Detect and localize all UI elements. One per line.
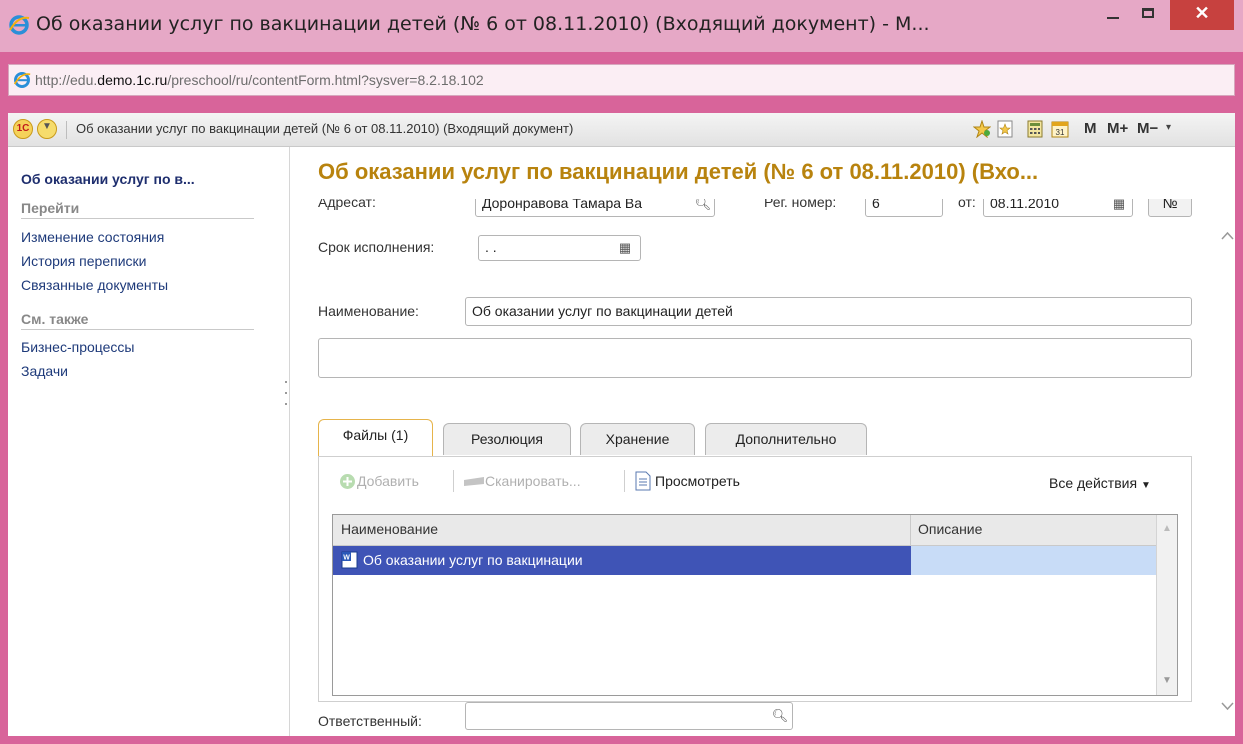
chevron-down-icon: ▼ <box>42 121 52 132</box>
date-calendar-icon[interactable]: ▦ <box>1108 199 1130 215</box>
sidebar-item-related-documents[interactable]: Связанные документы <box>21 277 168 293</box>
column-header-name[interactable]: Наименование <box>341 521 438 537</box>
sidebar-item-tasks[interactable]: Задачи <box>21 363 68 379</box>
files-table: Наименование Описание W Об оказании услу… <box>332 514 1178 696</box>
addressee-value: Доронравова Тамара Ва <box>482 199 643 211</box>
sidebar-item-correspondence-history[interactable]: История переписки <box>21 253 146 269</box>
due-date-value: . . <box>485 239 497 255</box>
ie-logo-icon <box>9 15 30 35</box>
url-prefix: http://edu. <box>35 72 98 88</box>
calendar-icon[interactable]: 31 <box>1051 120 1069 138</box>
file-name-cell: Об оказании услуг по вакцинации <box>363 552 583 568</box>
files-panel: Добавить Сканировать... Просмотреть Все … <box>318 456 1192 702</box>
add-button[interactable]: Добавить <box>357 473 419 489</box>
1c-logo-icon[interactable]: 1С <box>13 119 33 139</box>
app-toolbar: 1С ▼ Об оказании услуг по вакцинации дет… <box>8 113 1235 147</box>
close-button[interactable]: ✕ <box>1170 0 1234 30</box>
scan-button[interactable]: Сканировать... <box>485 473 581 489</box>
tab-additional[interactable]: Дополнительно <box>705 423 867 455</box>
tab-resolution[interactable]: Резолюция <box>443 423 571 455</box>
addressee-label: Адресат: <box>318 199 376 210</box>
maximize-icon <box>1142 8 1154 18</box>
window-titlebar: Об оказании услуг по вакцинации детей (№… <box>0 0 1243 52</box>
url-path: /preschool/ru/contentForm.html?sysver=8.… <box>167 72 484 88</box>
toolbar-document-title: Об оказании услуг по вакцинации детей (№… <box>76 121 574 136</box>
number-button-label: № <box>1162 199 1178 211</box>
memory-plus-button[interactable]: M+ <box>1107 120 1128 137</box>
document-form: Об оказании услуг по вакцинации детей (№… <box>290 147 1220 736</box>
description-field[interactable] <box>318 338 1192 378</box>
name-value: Об оказании услуг по вакцинации детей <box>472 303 733 319</box>
url-domain: demo.1c.ru <box>97 72 168 88</box>
date-from-label: от: <box>958 199 976 210</box>
memory-minus-button[interactable]: M− <box>1137 120 1158 137</box>
scroll-up-chevron-icon[interactable] <box>1221 231 1234 241</box>
form-title: Об оказании услуг по вакцинации детей (№… <box>318 159 1039 184</box>
number-button[interactable]: № <box>1148 199 1192 217</box>
scanner-icon <box>464 477 484 486</box>
sidebar-see-also-header: См. также <box>21 311 254 330</box>
date-from-value: 08.11.2010 <box>990 199 1060 211</box>
scroll-down-chevron-icon[interactable] <box>1221 701 1234 711</box>
add-favorite-icon[interactable] <box>973 120 991 138</box>
close-icon: ✕ <box>1194 3 1210 23</box>
minimize-button[interactable] <box>1098 0 1128 30</box>
all-actions-menu[interactable]: Все действия ▼ <box>1049 475 1151 491</box>
view-button[interactable]: Просмотреть <box>655 473 740 489</box>
table-row[interactable]: W Об оказании услуг по вакцинации <box>333 546 1156 575</box>
address-bar[interactable]: http://edu.demo.1c.ru/preschool/ru/conte… <box>8 64 1235 96</box>
tab-files[interactable]: Файлы (1) <box>318 419 433 457</box>
url-text: http://edu.demo.1c.ru/preschool/ru/conte… <box>35 72 484 88</box>
addressee-search-icon[interactable]: 🔍︎ <box>692 199 714 215</box>
column-separator <box>910 515 911 545</box>
name-field[interactable]: Об оказании услуг по вакцинации детей <box>465 297 1192 326</box>
navigation-panel: Об оказании услуг по в... Перейти Измене… <box>8 147 290 736</box>
all-actions-label: Все действия <box>1049 475 1138 491</box>
column-header-description[interactable]: Описание <box>918 521 982 537</box>
scroll-up-icon[interactable]: ▲ <box>1162 523 1172 534</box>
form-scrollbar[interactable] <box>1220 147 1235 736</box>
scroll-down-icon[interactable]: ▼ <box>1162 675 1172 686</box>
sidebar-item-state-change[interactable]: Изменение состояния <box>21 229 164 245</box>
responsible-field[interactable] <box>465 702 793 730</box>
name-label: Наименование: <box>318 303 419 319</box>
add-icon <box>340 474 355 489</box>
table-scrollbar[interactable]: ▲ ▼ <box>1156 515 1177 695</box>
sidebar-item-business-processes[interactable]: Бизнес-процессы <box>21 339 134 355</box>
toolbar-separator <box>66 121 67 139</box>
main-menu-button[interactable]: ▼ <box>37 119 57 139</box>
dropdown-caret-icon: ▼ <box>1140 480 1151 491</box>
view-document-icon <box>635 471 651 491</box>
due-date-calendar-icon[interactable]: ▦ <box>614 237 636 259</box>
favorites-icon[interactable] <box>996 120 1014 138</box>
sidebar-goto-header: Перейти <box>21 200 254 219</box>
responsible-search-icon[interactable]: 🔍︎ <box>769 705 791 727</box>
minimize-icon <box>1107 17 1119 19</box>
calendar-day: 31 <box>1056 128 1065 137</box>
addressee-field[interactable]: Доронравова Тамара Ва <box>475 199 715 217</box>
addressee-row: Адресат: Доронравова Тамара Ва 🔍︎ Рег. н… <box>290 199 1220 221</box>
toolbar-separator <box>624 470 625 492</box>
file-description-cell <box>911 546 1156 575</box>
maximize-button[interactable] <box>1132 0 1166 30</box>
responsible-label: Ответственный: <box>318 713 422 729</box>
reg-number-field[interactable]: 6 <box>865 199 943 217</box>
reg-number-value: 6 <box>872 199 880 211</box>
ie-page-icon <box>13 72 31 88</box>
sidebar-resize-handle[interactable] <box>285 381 288 421</box>
toolbar-overflow-icon[interactable]: ▾ <box>1166 122 1171 133</box>
sidebar-title[interactable]: Об оказании услуг по в... <box>21 171 195 187</box>
memory-m-button[interactable]: M <box>1084 120 1097 137</box>
window-title: Об оказании услуг по вакцинации детей (№… <box>36 13 930 35</box>
due-date-label: Срок исполнения: <box>318 239 435 255</box>
tab-storage[interactable]: Хранение <box>580 423 695 455</box>
calculator-icon[interactable] <box>1026 120 1044 138</box>
word-document-icon: W <box>341 551 358 569</box>
reg-number-label: Рег. номер: <box>764 199 837 210</box>
logo-text: 1С <box>16 123 30 134</box>
table-header: Наименование Описание <box>333 515 1176 546</box>
toolbar-separator <box>453 470 454 492</box>
app-frame: 1С ▼ Об оказании услуг по вакцинации дет… <box>8 113 1235 736</box>
svg-text:W: W <box>343 555 350 562</box>
